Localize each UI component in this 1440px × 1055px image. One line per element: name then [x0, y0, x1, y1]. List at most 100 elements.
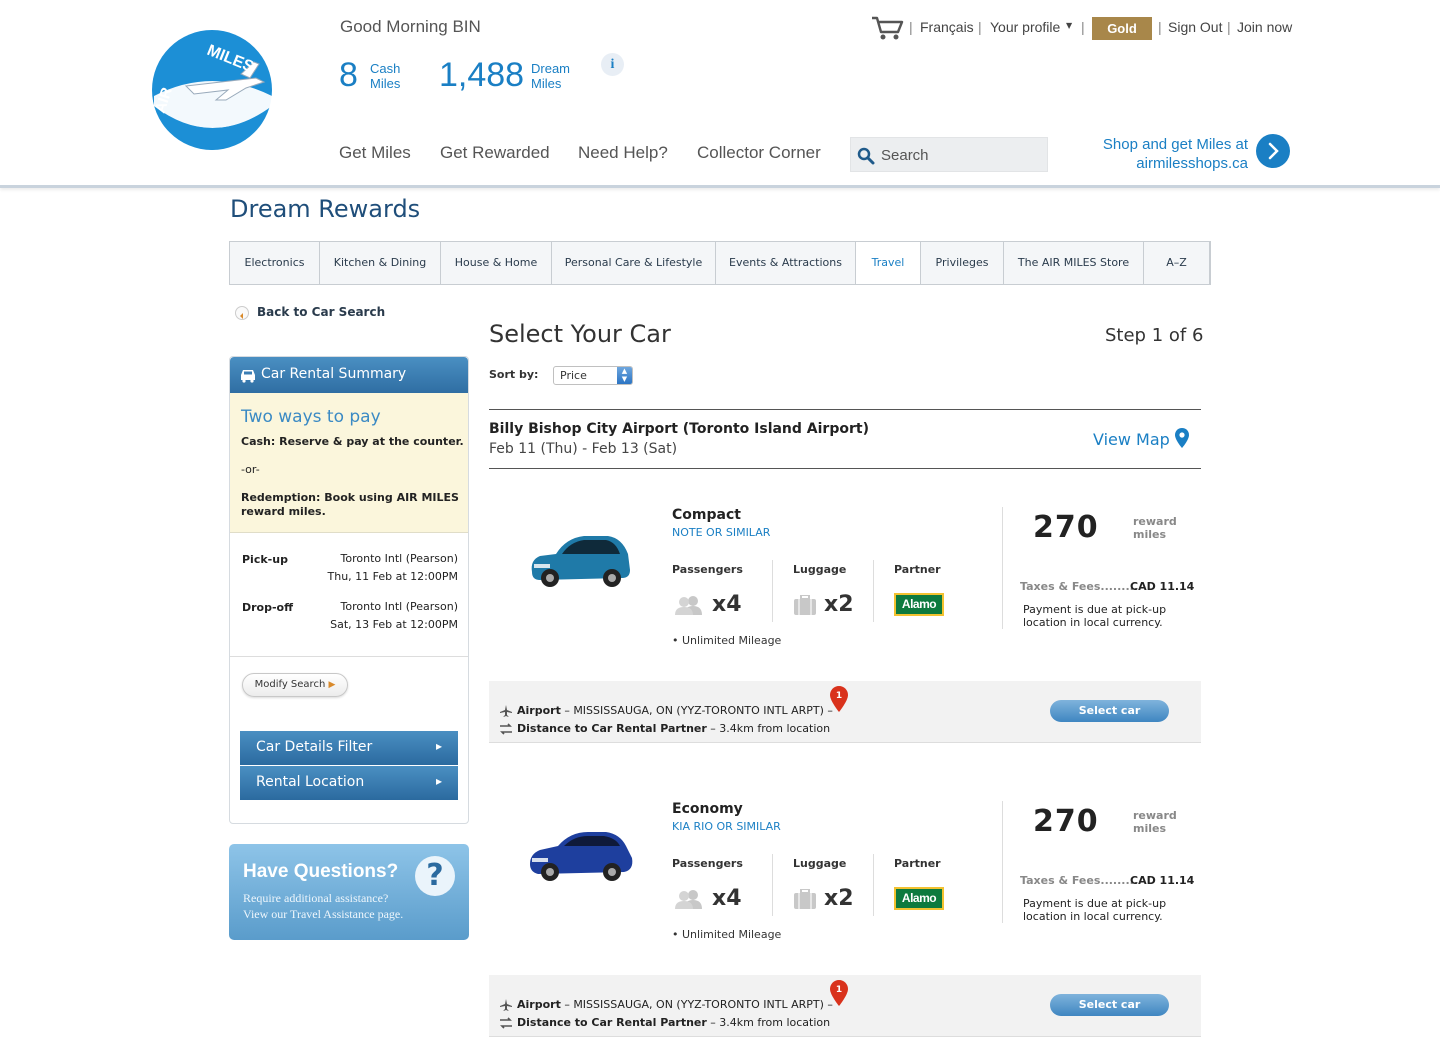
airplane-icon	[500, 705, 512, 717]
tab-kitchen-dining[interactable]: Kitchen & Dining	[320, 242, 441, 284]
passengers-label: Passengers	[672, 563, 743, 576]
pickup-label: Pick-up	[242, 553, 288, 566]
rental-location-filter-button[interactable]: Rental Location ▸	[240, 766, 458, 800]
pickup-details: Toronto Intl (Pearson) Thu, 11 Feb at 12:…	[327, 552, 459, 583]
ways-title: Two ways to pay	[241, 407, 381, 427]
francais-link[interactable]: Français	[920, 19, 974, 35]
back-to-car-search-link[interactable]: Back to Car Search	[257, 305, 385, 319]
air-miles-logo[interactable]: MILES AIR	[146, 26, 284, 150]
dream-miles-label: Dream Miles	[531, 61, 571, 91]
car-class: Economy	[672, 801, 743, 817]
passengers-icon	[675, 890, 702, 909]
view-map-link[interactable]: View Map	[1093, 428, 1189, 449]
back-arrow-icon[interactable]	[235, 306, 249, 320]
passengers-count: x4	[712, 592, 742, 617]
tab-privileges[interactable]: Privileges	[921, 242, 1004, 284]
divider	[772, 854, 773, 916]
alamo-logo: Alamo	[894, 593, 944, 616]
greeting: Good Morning BIN	[340, 17, 481, 36]
svg-text:1: 1	[836, 985, 842, 995]
svg-text:1: 1	[836, 691, 842, 701]
have-questions-banner[interactable]: Have Questions? Require additional assis…	[229, 844, 469, 940]
location-header: Billy Bishop City Airport (Toronto Islan…	[489, 409, 1201, 469]
select-car-button[interactable]: Select car	[1050, 994, 1169, 1016]
tab-electronics[interactable]: Electronics	[230, 242, 320, 284]
car-details-filter-button[interactable]: Car Details Filter ▸	[240, 731, 458, 765]
location-dates: Feb 11 (Thu) - Feb 13 (Sat)	[489, 441, 678, 457]
your-profile-link[interactable]: Your profile	[990, 19, 1060, 35]
sort-select[interactable]: Price ▲ ▼	[553, 366, 633, 385]
distance-info: Distance to Car Rental Partner – 3.4km f…	[517, 1016, 831, 1029]
info-icon[interactable]: i	[601, 53, 624, 76]
airport-info: Airport – MISSISSAUGA, ON (YYZ-TORONTO I…	[517, 704, 833, 717]
shop-arrow-button[interactable]	[1256, 134, 1290, 168]
divider	[772, 560, 773, 622]
category-tabs: Electronics Kitchen & Dining House & Hom…	[229, 241, 1211, 285]
nav-get-miles[interactable]: Get Miles	[339, 143, 411, 163]
shop-link[interactable]: Shop and get Miles at airmilesshops.ca	[1090, 135, 1248, 173]
chevron-right-icon: ▸	[435, 774, 442, 788]
taxes-value: CAD 11.14	[1130, 874, 1195, 887]
search-placeholder: Search	[881, 147, 929, 164]
step-indicator: Step 1 of 6	[1105, 325, 1204, 346]
chevron-right-icon	[1268, 142, 1279, 160]
cash-text: Cash: Reserve & pay at the counter.	[241, 435, 464, 448]
select-car-button[interactable]: Select car	[1050, 700, 1169, 722]
tab-house-home[interactable]: House & Home	[441, 242, 552, 284]
tab-events[interactable]: Events & Attractions	[716, 242, 856, 284]
car-rental-summary-panel: Car Rental Summary Two ways to pay Cash:…	[229, 356, 469, 824]
alamo-logo: Alamo	[894, 887, 944, 910]
tab-travel[interactable]: Travel	[856, 242, 921, 284]
search-input[interactable]: Search	[850, 137, 1048, 172]
car-model: KIA RIO OR SIMILAR	[672, 820, 781, 833]
questions-line1: Require additional assistance?	[243, 891, 389, 905]
tab-air-miles-store[interactable]: The AIR MILES Store	[1004, 242, 1144, 284]
tier-badge: Gold	[1092, 17, 1152, 40]
dropoff-label: Drop-off	[242, 601, 294, 614]
payment-note: Payment is due at pick-up location in loc…	[1023, 897, 1167, 923]
question-mark-icon: ?	[415, 856, 455, 896]
map-marker-icon: 1	[830, 686, 848, 712]
luggage-count: x2	[824, 592, 854, 617]
reward-miles-label: reward miles	[1133, 515, 1177, 541]
partner-label: Partner	[894, 563, 941, 576]
chevron-down-icon: ▼	[1066, 21, 1073, 30]
car-location-info: Airport – MISSISSAUGA, ON (YYZ-TORONTO I…	[489, 975, 1201, 1037]
taxes-label: Taxes & Fees.........	[1020, 580, 1139, 593]
divider	[873, 854, 874, 916]
reward-miles-price: 270	[1033, 510, 1099, 545]
nav-collector-corner[interactable]: Collector Corner	[697, 143, 821, 163]
sign-out-link[interactable]: Sign Out	[1168, 19, 1222, 35]
or-text: -or-	[241, 463, 260, 476]
divider	[1002, 507, 1003, 629]
airplane-icon	[500, 999, 512, 1011]
summary-title: Car Rental Summary	[261, 366, 407, 382]
chevron-right-icon: ▶	[328, 680, 336, 690]
divider	[873, 560, 874, 622]
car-icon	[241, 370, 255, 383]
join-now-link[interactable]: Join now	[1237, 19, 1292, 35]
mileage-text: • Unlimited Mileage	[672, 928, 782, 941]
nav-need-help[interactable]: Need Help?	[578, 143, 668, 163]
cash-miles-value: 8	[339, 56, 358, 94]
reward-miles-label: reward miles	[1133, 809, 1177, 835]
luggage-count: x2	[824, 886, 854, 911]
page-title: Dream Rewards	[230, 195, 421, 223]
car-model: NOTE OR SIMILAR	[672, 526, 771, 539]
chevron-right-icon: ▸	[435, 739, 442, 753]
modify-search-button[interactable]: Modify Search ▶	[242, 673, 348, 697]
questions-line2: View our Travel Assistance page.	[243, 907, 404, 921]
passengers-icon	[675, 596, 702, 615]
nav-get-rewarded[interactable]: Get Rewarded	[440, 143, 550, 163]
tab-personal-care[interactable]: Personal Care & Lifestyle	[552, 242, 716, 284]
select-your-car-title: Select Your Car	[489, 320, 671, 348]
site-header: MILES AIR Good Morning BIN 8 Cash Miles 1…	[0, 0, 1440, 188]
cart-icon[interactable]	[870, 15, 904, 41]
separator: |	[1158, 19, 1162, 35]
map-marker-icon: 1	[830, 980, 848, 1006]
redemption-text: Redemption: Book using AIR MILES reward m…	[241, 491, 459, 518]
car-class: Compact	[672, 507, 741, 523]
swap-arrows-icon	[500, 1017, 512, 1029]
tab-a-z[interactable]: A–Z	[1144, 242, 1210, 284]
sort-label: Sort by:	[489, 368, 539, 381]
